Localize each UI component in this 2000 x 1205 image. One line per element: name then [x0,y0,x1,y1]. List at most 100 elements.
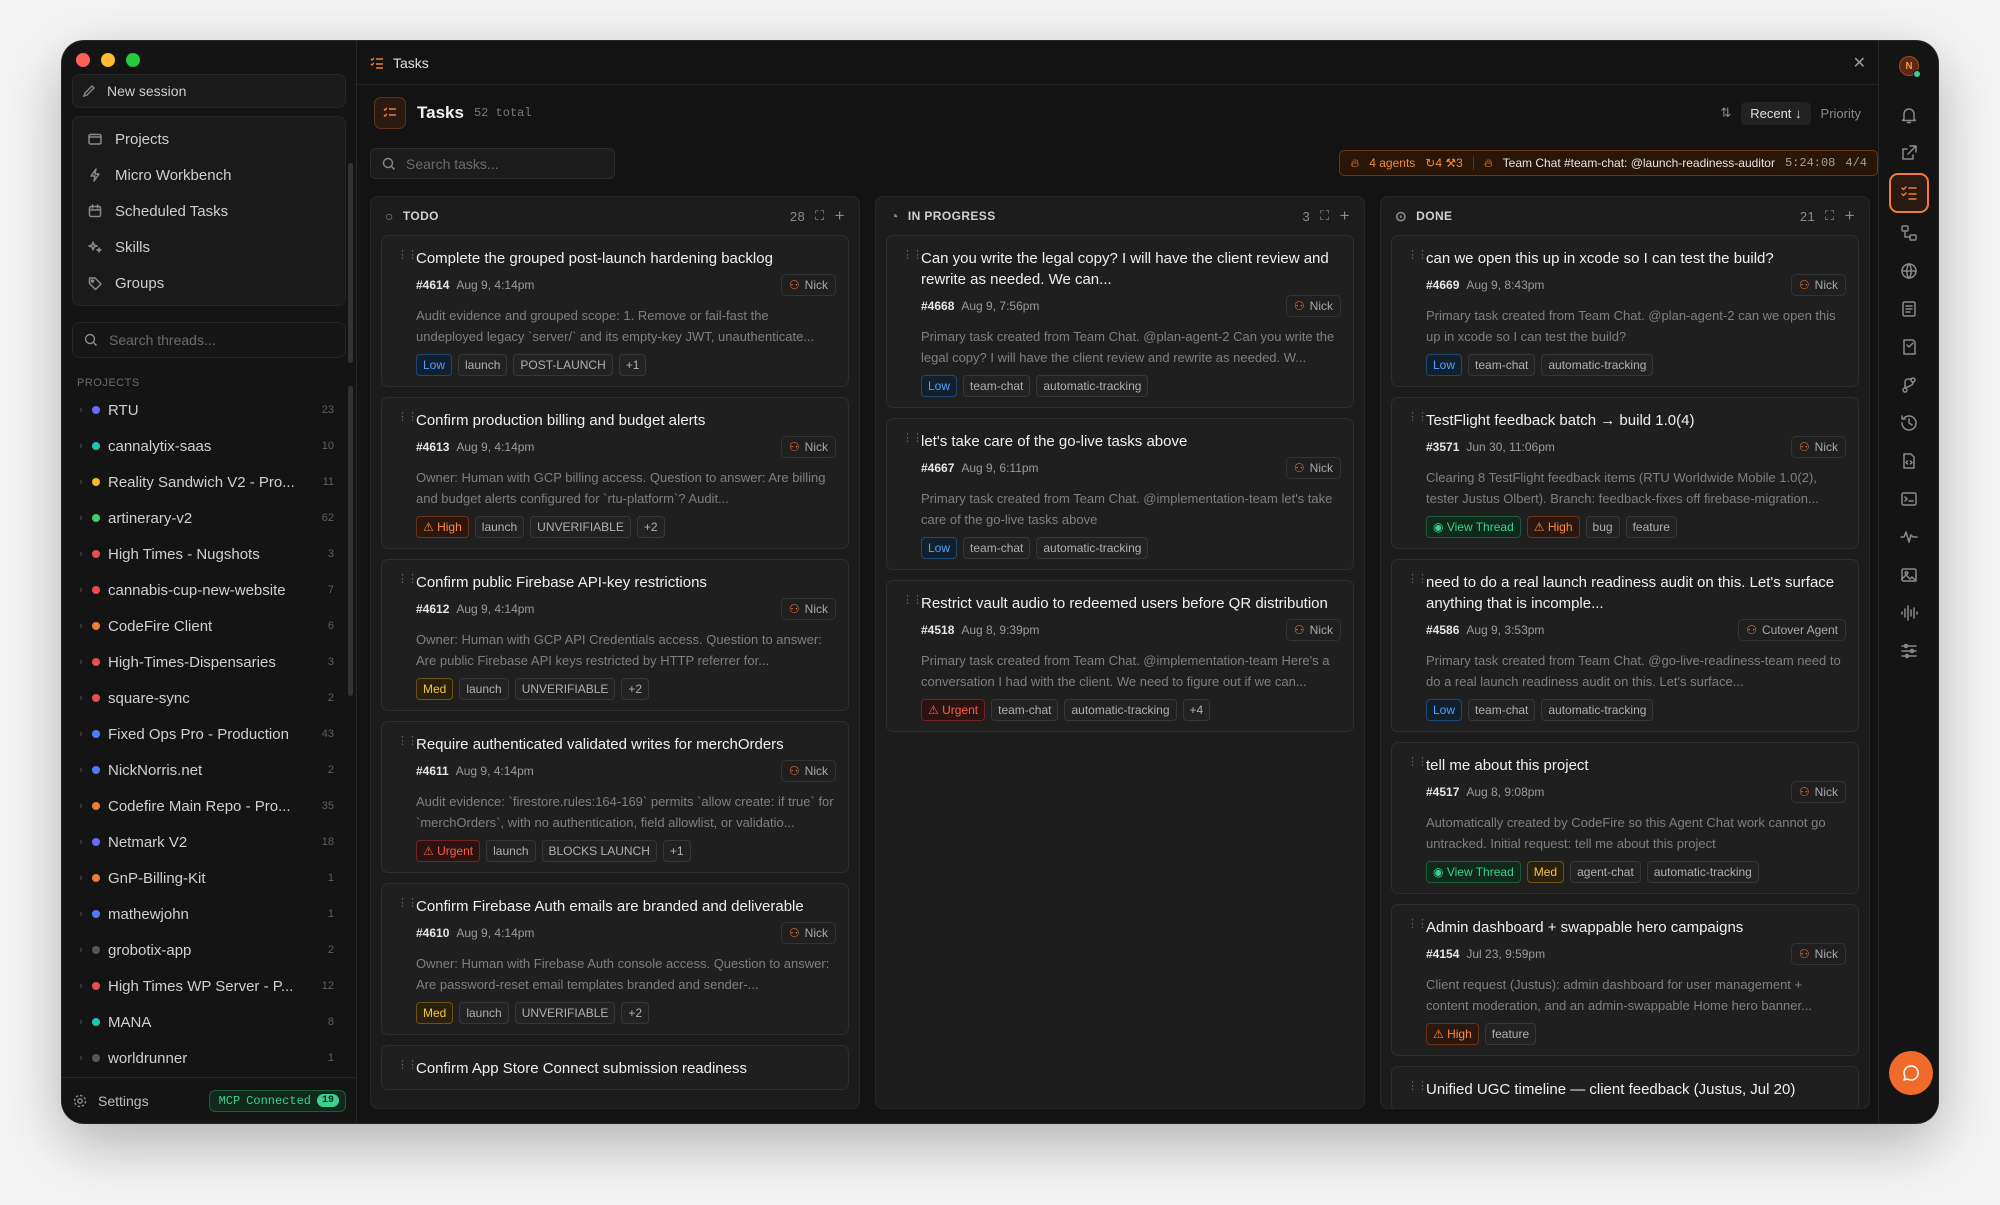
project-scrollbar[interactable] [348,386,353,696]
project-item[interactable]: › GnP-Billing-Kit 1 [72,860,334,896]
sidebar-item-skills[interactable]: Skills [73,229,345,265]
assignee-badge[interactable]: ⚇ Nick [780,760,836,782]
project-item[interactable]: › RTU 23 [72,392,334,428]
assignee-badge[interactable]: ⚇ Nick [1790,436,1846,458]
image-icon[interactable] [1897,563,1921,587]
assignee-badge[interactable]: ⚇ Nick [1285,295,1341,317]
drag-handle-icon[interactable]: ⋮⋮ [1407,412,1428,423]
mcp-status-badge[interactable]: MCP Connected 19 [208,1089,346,1112]
sidebar-item-scheduled-tasks[interactable]: Scheduled Tasks [73,193,345,229]
drag-handle-icon[interactable]: ⋮⋮ [902,433,923,444]
history-icon[interactable] [1897,411,1921,435]
drag-handle-icon[interactable]: ⋮⋮ [1407,919,1428,930]
maximize-window-button[interactable] [126,53,140,67]
assignee-badge[interactable]: ⚇ Nick [1790,943,1846,965]
bell-icon[interactable] [1897,103,1921,127]
expand-icon[interactable]: ⛶ [815,208,825,224]
document-icon[interactable] [1897,297,1921,321]
chevron-right-icon[interactable]: › [72,908,90,920]
chevron-right-icon[interactable]: › [72,512,90,524]
drag-handle-icon[interactable]: ⋮⋮ [1407,757,1428,768]
project-item[interactable]: › mathewjohn 1 [72,896,334,932]
task-card[interactable]: ⋮⋮ Require authenticated validated writes… [381,721,849,873]
project-item[interactable]: › square-sync 2 [72,680,334,716]
terminal-icon[interactable] [1897,487,1921,511]
chevron-right-icon[interactable]: › [72,1016,90,1028]
workflow-icon[interactable] [1897,221,1921,245]
drag-handle-icon[interactable]: ⋮⋮ [397,898,418,909]
chevron-right-icon[interactable]: › [72,656,90,668]
project-item[interactable]: › Codefire Main Repo - Pro... 35 [72,788,334,824]
task-card[interactable]: ⋮⋮ TestFlight feedback batch → build 1.0(… [1391,397,1859,549]
project-item[interactable]: › High-Times-Dispensaries 3 [72,644,334,680]
expand-icon[interactable]: ⛶ [1825,208,1835,224]
task-card[interactable]: ⋮⋮ need to do a real launch readiness aud… [1391,559,1859,732]
new-session-button[interactable]: New session [72,74,346,108]
view-thread-button[interactable]: ◉ View Thread [1426,861,1521,883]
tab-tasks[interactable]: Tasks [393,55,429,71]
drag-handle-icon[interactable]: ⋮⋮ [397,412,418,423]
project-item[interactable]: › High Times - Nugshots 3 [72,536,334,572]
drag-handle-icon[interactable]: ⋮⋮ [1407,1081,1428,1092]
assignee-badge[interactable]: ⚇ Nick [780,274,836,296]
task-card[interactable]: ⋮⋮ Confirm production billing and budget … [381,397,849,549]
chevron-right-icon[interactable]: › [72,872,90,884]
sidebar-item-groups[interactable]: Groups [73,265,345,301]
project-item[interactable]: › Reality Sandwich V2 - Pro... 11 [72,464,334,500]
project-item[interactable]: › grobotix-app 2 [72,932,334,968]
add-task-icon[interactable]: + [1845,206,1855,226]
task-card[interactable]: ⋮⋮ can we open this up in xcode so I can … [1391,235,1859,387]
task-card[interactable]: ⋮⋮ Restrict vault audio to redeemed users… [886,580,1354,732]
sidebar-item-projects[interactable]: Projects [73,121,345,157]
task-card[interactable]: ⋮⋮ Unified UGC timeline — client feedback… [1391,1066,1859,1108]
chevron-right-icon[interactable]: › [72,584,90,596]
drag-handle-icon[interactable]: ⋮⋮ [902,595,923,606]
drag-handle-icon[interactable]: ⋮⋮ [1407,574,1428,585]
task-card[interactable]: ⋮⋮ Admin dashboard + swappable hero campa… [1391,904,1859,1056]
add-task-icon[interactable]: + [835,206,845,226]
project-item[interactable]: › Netmark V2 18 [72,824,334,860]
project-item[interactable]: › CodeFire Client 6 [72,608,334,644]
assignee-badge[interactable]: ⚇ Nick [780,598,836,620]
task-search-input[interactable] [406,155,604,172]
audio-icon[interactable] [1897,601,1921,625]
view-thread-button[interactable]: ◉ View Thread [1426,516,1521,538]
agents-status-bar[interactable]: 🔥︎ 4 agents ↻4 ⚒3 🔥︎ Team Chat #team-cha… [1339,150,1878,176]
chevron-right-icon[interactable]: › [72,836,90,848]
drag-handle-icon[interactable]: ⋮⋮ [902,250,923,261]
task-card[interactable]: ⋮⋮ Confirm public Firebase API-key restri… [381,559,849,711]
drag-handle-icon[interactable]: ⋮⋮ [397,250,418,261]
thread-search-input[interactable] [109,332,345,348]
project-item[interactable]: › High Times WP Server - P... 12 [72,968,334,1004]
sort-recent-button[interactable]: Recent ↓ [1741,101,1811,125]
assignee-badge[interactable]: ⚇ Cutover Agent [1738,619,1846,641]
task-card[interactable]: ⋮⋮ Confirm App Store Connect submission r… [381,1045,849,1090]
drag-handle-icon[interactable]: ⋮⋮ [1407,250,1428,261]
assignee-badge[interactable]: ⚇ Nick [1285,619,1341,641]
task-card[interactable]: ⋮⋮ let's take care of the go-live tasks a… [886,418,1354,570]
settings-link[interactable]: Settings [98,1093,149,1109]
drag-handle-icon[interactable]: ⋮⋮ [397,1060,418,1071]
activity-icon[interactable] [1897,525,1921,549]
chevron-right-icon[interactable]: › [72,944,90,956]
chevron-right-icon[interactable]: › [72,764,90,776]
close-tab-icon[interactable]: ✕ [1853,53,1866,73]
chevron-right-icon[interactable]: › [72,1052,90,1064]
assignee-badge[interactable]: ⚇ Nick [1790,781,1846,803]
project-item[interactable]: › artinerary-v2 62 [72,500,334,536]
task-card[interactable]: ⋮⋮ Complete the grouped post-launch harde… [381,235,849,387]
sidebar-scrollbar[interactable] [348,163,353,363]
sliders-icon[interactable] [1897,639,1921,663]
branch-icon[interactable] [1897,373,1921,397]
assignee-badge[interactable]: ⚇ Nick [780,436,836,458]
add-task-icon[interactable]: + [1340,206,1350,226]
chevron-right-icon[interactable]: › [72,800,90,812]
task-card[interactable]: ⋮⋮ Confirm Firebase Auth emails are brand… [381,883,849,1035]
expand-icon[interactable]: ⛶ [1320,208,1330,224]
chevron-right-icon[interactable]: › [72,404,90,416]
file-code-icon[interactable] [1897,449,1921,473]
notebook-icon[interactable] [1897,335,1921,359]
task-card[interactable]: ⋮⋮ Can you write the legal copy? I will h… [886,235,1354,408]
chevron-right-icon[interactable]: › [72,548,90,560]
chevron-right-icon[interactable]: › [72,692,90,704]
